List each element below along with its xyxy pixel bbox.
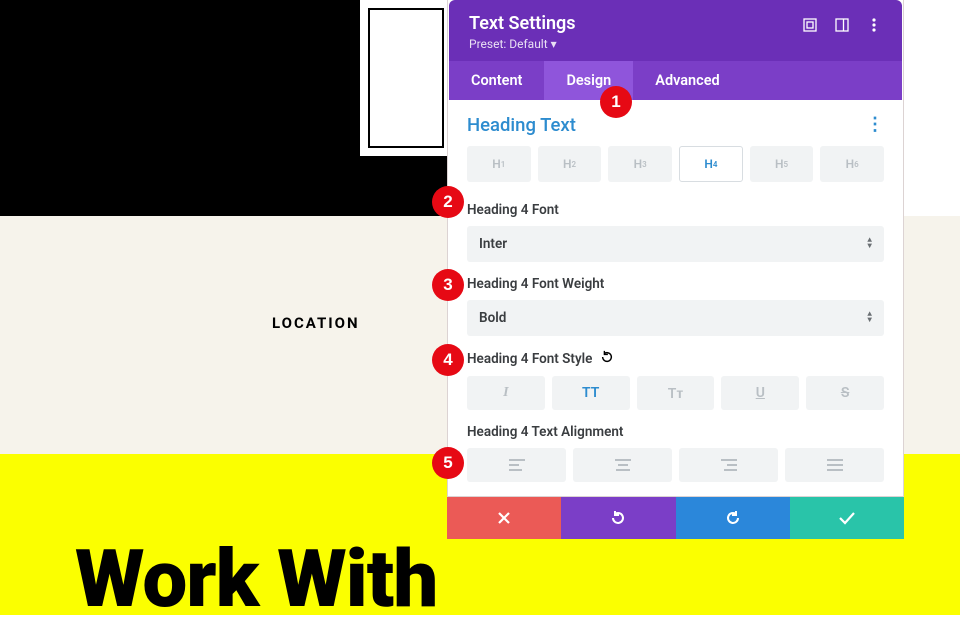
select-stepper-icon: ▲▼ [867,312,872,324]
label-weight: Heading 4 Font Weight [467,276,884,292]
callout-3: 3 [432,269,464,301]
settings-panel: Text Settings Preset: Default ▾ Content … [447,0,904,539]
align-justify[interactable] [785,448,884,482]
preview-icon[interactable] [834,17,850,33]
save-button[interactable] [790,497,904,539]
expand-icon[interactable] [802,17,818,33]
style-italic[interactable]: I [467,376,545,410]
label-style: Heading 4 Font Style [467,351,592,367]
panel-header: Text Settings Preset: Default ▾ [449,0,902,61]
undo-button[interactable] [561,497,675,539]
align-left[interactable] [467,448,566,482]
callout-5: 5 [432,447,464,479]
heading-level-row: H1 H2 H3 H4 H5 H6 [449,146,902,192]
style-smallcaps[interactable]: Tᴛ [637,376,715,410]
preset-selector[interactable]: Preset: Default ▾ [469,37,576,51]
tab-bar: Content Design Advanced [449,61,902,100]
heading-h2[interactable]: H2 [538,146,602,182]
tab-content[interactable]: Content [449,61,544,100]
section-heading-text[interactable]: Heading Text [467,114,576,136]
callout-4: 4 [432,344,464,376]
font-value: Inter [479,236,507,252]
redo-button[interactable] [676,497,790,539]
reset-style-icon[interactable] [600,350,614,368]
location-label: LOCATION [272,314,360,332]
select-stepper-icon: ▲▼ [867,238,872,250]
label-font: Heading 4 Font [467,202,884,218]
panel-body: Heading Text ⋮ H1 H2 H3 H4 H5 H6 Heading… [449,100,902,496]
headline-text: Work With [75,532,437,626]
tab-advanced[interactable]: Advanced [633,61,741,100]
style-strike[interactable]: S [806,376,884,410]
weight-select[interactable]: Bold ▲▼ [467,300,884,336]
heading-h6[interactable]: H6 [820,146,884,182]
heading-h5[interactable]: H5 [750,146,814,182]
panel-title: Text Settings [469,13,576,34]
align-right[interactable] [679,448,778,482]
heading-h3[interactable]: H3 [608,146,672,182]
callout-1: 1 [600,86,632,118]
weight-value: Bold [479,310,506,326]
kebab-menu-icon[interactable] [866,17,882,33]
cancel-button[interactable] [447,497,561,539]
callout-2: 2 [432,186,464,218]
heading-h4[interactable]: H4 [679,146,743,182]
heading-h1[interactable]: H1 [467,146,531,182]
image-thumb [360,0,452,156]
style-underline[interactable]: U [721,376,799,410]
section-menu-icon[interactable]: ⋮ [866,116,884,134]
align-center[interactable] [573,448,672,482]
label-align: Heading 4 Text Alignment [467,424,884,440]
style-uppercase[interactable]: TT [552,376,630,410]
panel-footer [447,497,904,539]
font-select[interactable]: Inter ▲▼ [467,226,884,262]
